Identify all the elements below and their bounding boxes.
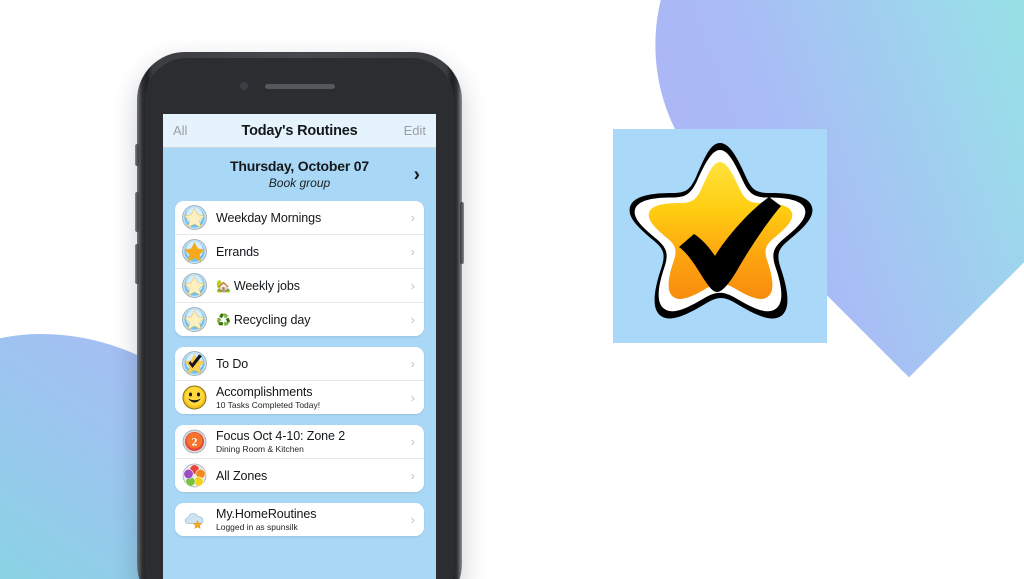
- phone-mockup: All Today's Routines Edit Thursday, Octo…: [135, 52, 464, 579]
- list-item[interactable]: All Zones ›: [175, 459, 424, 492]
- list-item-text: To Do: [216, 357, 405, 371]
- cloud-sync-icon: [182, 507, 207, 532]
- list-item-text: ♻️ Recycling day: [216, 313, 405, 327]
- nav-all-button[interactable]: All: [173, 123, 207, 138]
- list-item-title: Accomplishments: [216, 385, 313, 399]
- app-icon-tile: [613, 129, 827, 343]
- mute-switch[interactable]: [135, 144, 139, 166]
- star-solid-icon: [182, 239, 207, 264]
- list-item-subtitle: 10 Tasks Completed Today!: [216, 400, 321, 410]
- earpiece-speaker: [264, 84, 335, 89]
- list-item-title: To Do: [216, 356, 249, 371]
- list-item-title: Errands: [216, 244, 260, 259]
- page-title: Today's Routines: [241, 122, 358, 139]
- chevron-right-icon: ›: [410, 434, 415, 449]
- list-item-title: 🏡 Weekly jobs: [216, 279, 405, 293]
- tasks-group: To Do › Accomplishments 10 Tasks Completed …: [175, 347, 424, 414]
- list-item-text: Weekday Mornings: [216, 211, 405, 225]
- list-item[interactable]: 🏡 Weekly jobs ›: [175, 269, 424, 303]
- star-check-icon: [182, 351, 207, 376]
- list-item[interactable]: Weekday Mornings ›: [175, 201, 424, 235]
- chevron-right-icon: ›: [410, 390, 415, 405]
- list-item-text: Focus Oct 4-10: Zone 2 Dining Room & Kitc…: [216, 429, 405, 454]
- phone-bezel: All Today's Routines Edit Thursday, Octo…: [145, 58, 454, 579]
- volume-down-button[interactable]: [135, 244, 139, 284]
- list-item-title: ♻️ Recycling day: [216, 313, 405, 327]
- account-group: My.HomeRoutines Logged in as spunsilk ›: [175, 503, 424, 536]
- list-item-title: My.HomeRoutines: [216, 507, 317, 521]
- list-item-label: Recycling day: [233, 312, 311, 327]
- star-pale-icon: [182, 307, 207, 332]
- list-item-emoji-icon: ♻️: [216, 312, 231, 327]
- list-item-text: Errands: [216, 245, 405, 259]
- list-item-subtitle: Dining Room & Kitchen: [216, 444, 304, 454]
- star-check-icon: [629, 143, 813, 319]
- date-header-subtitle: Book group: [268, 176, 331, 190]
- volume-up-button[interactable]: [135, 192, 139, 232]
- chevron-right-icon: ›: [410, 278, 415, 293]
- phone-screen: All Today's Routines Edit Thursday, Octo…: [163, 114, 436, 579]
- routine-list: Weekday Mornings › Errands › 🏡 Weekly jobs › ♻️…: [163, 201, 436, 536]
- list-item-subtitle: Logged in as spunsilk: [216, 522, 298, 532]
- list-item[interactable]: My.HomeRoutines Logged in as spunsilk ›: [175, 503, 424, 536]
- list-item[interactable]: ♻️ Recycling day ›: [175, 303, 424, 336]
- list-item[interactable]: Errands ›: [175, 235, 424, 269]
- list-item-text: 🏡 Weekly jobs: [216, 279, 405, 293]
- navigation-bar: All Today's Routines Edit: [163, 114, 436, 148]
- chevron-right-icon: ›: [410, 210, 415, 225]
- page-canvas: All Today's Routines Edit Thursday, Octo…: [0, 0, 1024, 579]
- front-camera-icon: [239, 82, 248, 90]
- routines-group: Weekday Mornings › Errands › 🏡 Weekly jobs › ♻️…: [175, 201, 424, 336]
- chevron-right-icon: ›: [410, 356, 415, 371]
- zone-number-2-icon: 2: [182, 429, 207, 454]
- chevron-right-icon: ›: [413, 164, 420, 185]
- svg-text:2: 2: [192, 437, 198, 449]
- list-item-emoji-icon: 🏡: [216, 278, 231, 293]
- list-item-text: My.HomeRoutines Logged in as spunsilk: [216, 507, 405, 532]
- list-item[interactable]: To Do ›: [175, 347, 424, 381]
- zones-group: 2 Focus Oct 4-10: Zone 2 Dining Room & Kit…: [175, 425, 424, 492]
- list-item-text: Accomplishments 10 Tasks Completed Today!: [216, 385, 405, 410]
- chevron-right-icon: ›: [410, 312, 415, 327]
- star-pale-icon: [182, 273, 207, 298]
- power-button[interactable]: [460, 202, 464, 264]
- list-item-text: All Zones: [216, 469, 405, 483]
- list-item[interactable]: 2 Focus Oct 4-10: Zone 2 Dining Room & Kit…: [175, 425, 424, 459]
- date-header-title: Thursday, October 07: [230, 158, 369, 174]
- nav-edit-button[interactable]: Edit: [392, 123, 426, 138]
- list-item-title: Focus Oct 4-10: Zone 2: [216, 429, 346, 443]
- chevron-right-icon: ›: [410, 468, 415, 483]
- list-item-title: All Zones: [216, 468, 268, 483]
- list-item-title: Weekday Mornings: [216, 210, 322, 225]
- list-item-label: Weekly jobs: [233, 278, 300, 293]
- chevron-right-icon: ›: [410, 512, 415, 527]
- star-pale-icon: [182, 205, 207, 230]
- all-zones-cluster-icon: [182, 463, 207, 488]
- chevron-right-icon: ›: [410, 244, 415, 259]
- list-item[interactable]: Accomplishments 10 Tasks Completed Today!…: [175, 381, 424, 414]
- date-header-row[interactable]: Thursday, October 07 Book group ›: [163, 148, 436, 201]
- smiley-face-icon: [182, 385, 207, 410]
